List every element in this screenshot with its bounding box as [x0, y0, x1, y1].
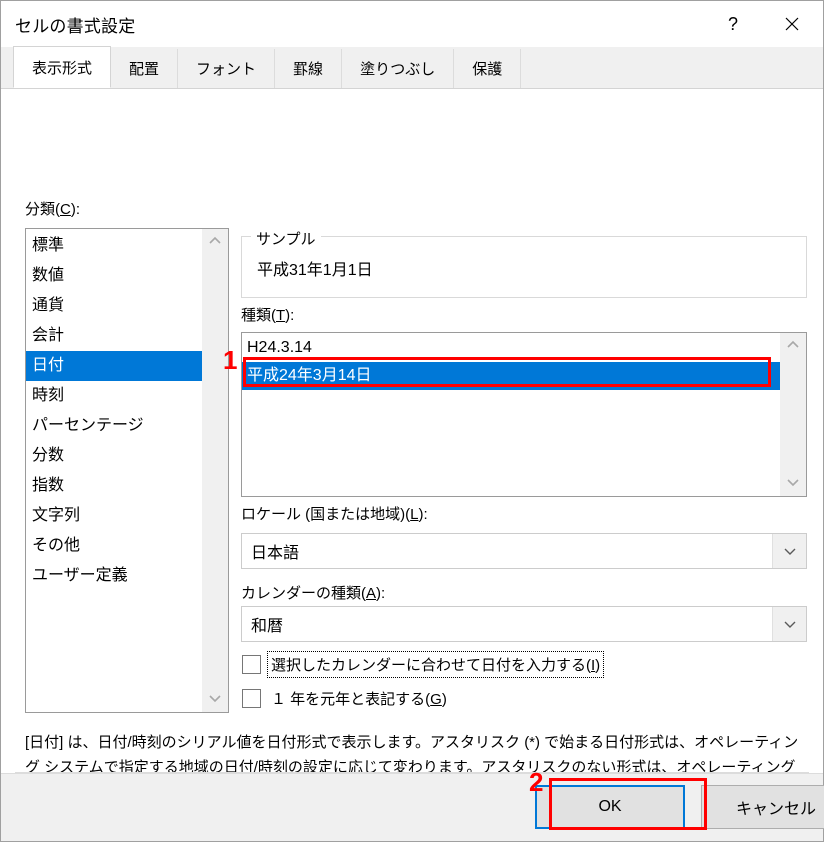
locale-combobox[interactable]: 日本語 [241, 533, 807, 569]
annotation-number-1: 1 [223, 345, 238, 375]
calendar-accel: A [366, 585, 377, 602]
locale-label-tail: ): [418, 506, 428, 523]
scroll-down-button[interactable] [206, 692, 224, 706]
chevron-down-icon [787, 479, 799, 487]
scroll-up-button[interactable] [206, 235, 224, 249]
question-mark-icon: ? [727, 14, 738, 34]
tab-keisen[interactable]: 罫線 [274, 49, 343, 88]
type-accel: T [276, 307, 286, 324]
list-item[interactable]: 標準 [26, 231, 202, 261]
list-item[interactable]: 会計 [26, 321, 202, 351]
locale-label-text: ロケール (国または地域)( [241, 506, 411, 523]
locale-label: ロケール (国または地域)(L): [241, 507, 428, 522]
checkbox-label-tail: ) [595, 657, 601, 674]
calendar-type-combobox[interactable]: 和暦 [241, 606, 807, 642]
tab-label: フォント [196, 61, 257, 78]
ok-button-label: OK [598, 798, 622, 815]
chevron-up-icon [787, 340, 799, 348]
caption-buttons: ? [705, 1, 823, 47]
list-item[interactable]: 通貨 [26, 291, 202, 321]
category-scrollbar[interactable] [202, 229, 228, 712]
tab-label: 罫線 [293, 61, 324, 78]
list-item[interactable]: 文字列 [26, 501, 202, 531]
tab-hyojikeishiki[interactable]: 表示形式 [13, 46, 112, 88]
help-button[interactable]: ? [705, 1, 761, 47]
locale-accel: L [410, 506, 419, 523]
format-cells-dialog: セルの書式設定 ? 表示形式 配置 フォント 罫線 塗りつぶし 保護 分類(C)… [0, 0, 824, 842]
category-list-items: 標準 数値 通貨 会計 日付 時刻 パーセンテージ 分数 指数 文字列 その他 … [26, 229, 202, 712]
type-label-text: 種類( [241, 307, 276, 324]
type-list-items: H24.3.14 平成24年3月14日 [242, 333, 780, 496]
tab-label: 塗りつぶし [360, 61, 436, 78]
locale-dropdown-button[interactable] [772, 534, 806, 568]
calendar-value: 和暦 [251, 618, 284, 635]
list-item[interactable]: その他 [26, 531, 202, 561]
category-accel: C [60, 201, 71, 218]
annotation-number-2: 2 [529, 767, 544, 797]
checkbox-label-text: １ 年を元年と表記する( [271, 691, 431, 708]
category-label: 分類(C): [25, 202, 80, 217]
type-label: 種類(T): [241, 308, 294, 323]
dialog-footer: OK キャンセル [1, 773, 824, 841]
list-item[interactable]: パーセンテージ [26, 411, 202, 441]
locale-value: 日本語 [251, 545, 300, 562]
dialog-title: セルの書式設定 [15, 16, 136, 36]
tab-hogo[interactable]: 保護 [453, 49, 522, 88]
dialog-titlebar: セルの書式設定 ? [1, 1, 823, 47]
category-listbox[interactable]: 標準 数値 通貨 会計 日付 時刻 パーセンテージ 分数 指数 文字列 その他 … [25, 228, 229, 713]
close-button[interactable] [761, 1, 823, 47]
dialog-body: 分類(C): 標準 数値 通貨 会計 日付 時刻 パーセンテージ 分数 指数 文… [1, 89, 823, 801]
scroll-down-button[interactable] [784, 476, 802, 490]
calendar-type-label: カレンダーの種類(A): [241, 586, 385, 601]
list-item[interactable]: H24.3.14 [242, 334, 780, 362]
category-label-text: 分類( [25, 201, 60, 218]
checkbox-label: １ 年を元年と表記する(G) [268, 686, 450, 711]
close-icon [785, 17, 799, 31]
list-item-selected[interactable]: 日付 [26, 351, 202, 381]
list-item[interactable]: 指数 [26, 471, 202, 501]
tab-nuritsubushi[interactable]: 塗りつぶし [341, 49, 455, 88]
list-item[interactable]: ユーザー定義 [26, 561, 202, 591]
list-item[interactable]: 数値 [26, 261, 202, 291]
sample-value: 平成31年1月1日 [257, 262, 373, 279]
chevron-down-icon [209, 695, 221, 703]
list-item[interactable]: 分数 [26, 441, 202, 471]
tab-font[interactable]: フォント [177, 49, 276, 88]
type-listbox[interactable]: H24.3.14 平成24年3月14日 [241, 332, 807, 497]
calendar-label-tail: ): [376, 585, 386, 602]
checkbox-label: 選択したカレンダーに合わせて日付を入力する(I) [266, 651, 605, 678]
tab-label: 保護 [472, 61, 503, 78]
ok-button[interactable]: OK [535, 785, 685, 829]
chevron-up-icon [209, 236, 221, 244]
cancel-button-label: キャンセル [735, 801, 816, 818]
list-item-selected[interactable]: 平成24年3月14日 [242, 362, 780, 390]
sample-legend: サンプル [251, 228, 321, 249]
type-label-tail: ): [285, 307, 295, 324]
calendar-label-text: カレンダーの種類( [241, 585, 366, 602]
tab-label: 表示形式 [32, 59, 93, 77]
checkbox-label-text: 選択したカレンダーに合わせて日付を入力する( [271, 657, 591, 674]
tab-haichi[interactable]: 配置 [110, 49, 179, 88]
chevron-down-icon [784, 548, 795, 555]
checkbox-accel: G [430, 691, 442, 708]
cancel-button[interactable]: キャンセル [701, 785, 824, 829]
tab-label: 配置 [129, 61, 160, 78]
checkbox-box[interactable] [242, 689, 261, 708]
chevron-down-icon [784, 621, 795, 628]
scroll-up-button[interactable] [784, 339, 802, 353]
checkbox-box[interactable] [242, 655, 261, 674]
checkbox-label-tail: ) [441, 691, 447, 708]
list-item[interactable]: 時刻 [26, 381, 202, 411]
checkbox-show-first-year-as-gannen[interactable]: １ 年を元年と表記する(G) [242, 686, 450, 711]
checkbox-input-date-with-calendar[interactable]: 選択したカレンダーに合わせて日付を入力する(I) [242, 651, 605, 678]
tab-strip: 表示形式 配置 フォント 罫線 塗りつぶし 保護 [1, 46, 823, 89]
category-label-tail: ): [70, 201, 81, 218]
type-scrollbar[interactable] [780, 333, 806, 496]
calendar-dropdown-button[interactable] [772, 607, 806, 641]
